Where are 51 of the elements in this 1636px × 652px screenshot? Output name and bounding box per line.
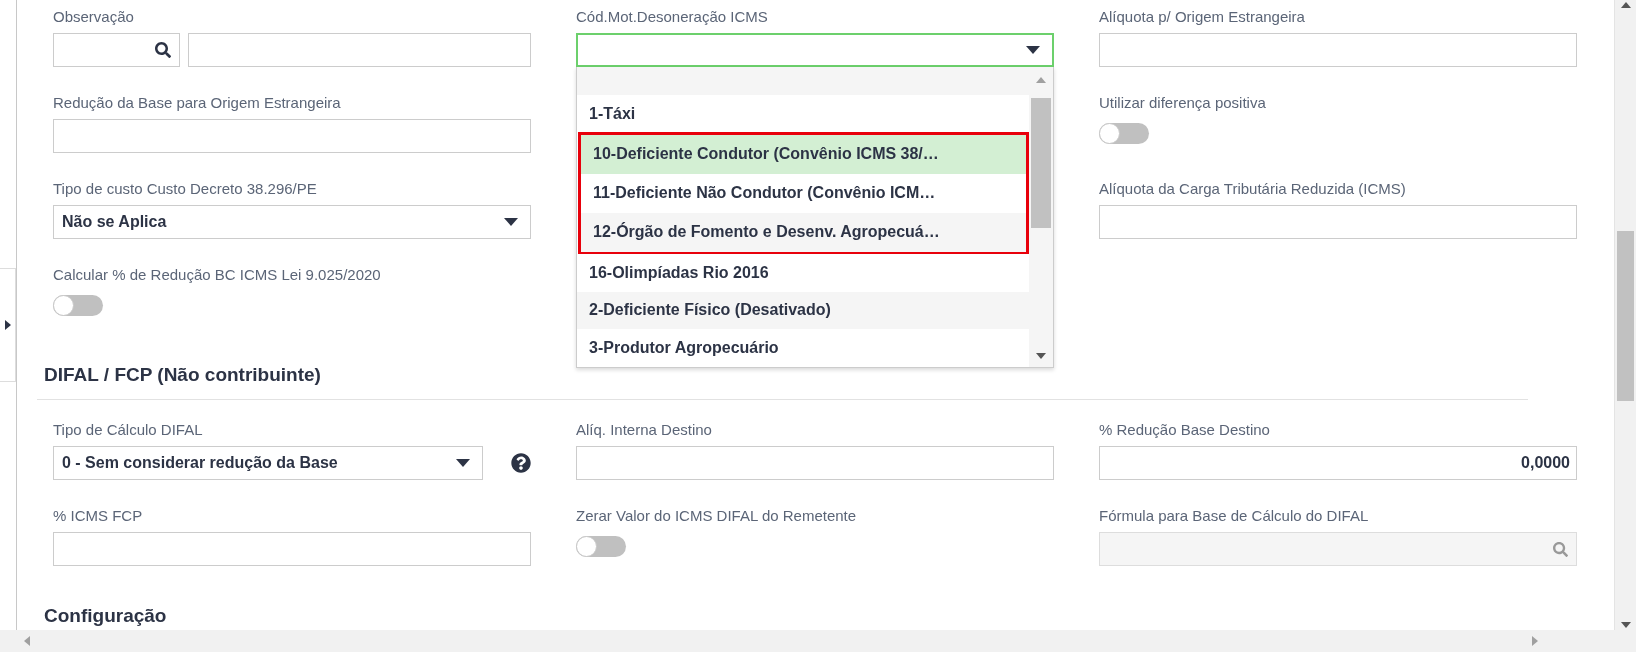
input-field[interactable] <box>576 446 1054 480</box>
lookup-field[interactable] <box>53 33 180 67</box>
select-field[interactable]: 0 - Sem considerar redução da Base <box>53 446 483 480</box>
field-label: Alíquota da Carga Tributária Reduzida (ICMS) <box>1099 179 1406 199</box>
field-label: Calcular % de Redução BC ICMS Lei 9.025/2020 <box>53 265 381 285</box>
scroll-thumb[interactable] <box>1031 98 1051 228</box>
dropdown-option[interactable]: 3-Produtor Agropecuário <box>577 329 1029 367</box>
section-heading: Configuração <box>43 604 168 628</box>
caret-icon <box>504 218 518 226</box>
horizontal-scrollbar[interactable] <box>0 630 1636 652</box>
input-field[interactable] <box>53 532 531 566</box>
scroll-thumb[interactable] <box>1617 231 1634 401</box>
field-label: Redução da Base para Origem Estrangeira <box>53 93 341 113</box>
scroll-down-icon[interactable] <box>1036 351 1046 361</box>
input-field[interactable] <box>188 33 531 67</box>
scroll-up-icon[interactable] <box>1620 0 1631 10</box>
dropdown-option[interactable]: 2-Deficiente Físico (Desativado) <box>577 291 1029 330</box>
scroll-right-icon[interactable] <box>1530 636 1540 646</box>
dropdown-option[interactable]: 16-Olimpíadas Rio 2016 <box>577 253 1029 292</box>
field-label: Tipo de custo Custo Decreto 38.296/PE <box>53 179 317 199</box>
field-label: Tipo de Cálculo DIFAL <box>53 420 203 440</box>
scroll-left-icon[interactable] <box>22 636 32 646</box>
select-field[interactable] <box>576 33 1054 67</box>
dropdown-scrollbar[interactable] <box>1029 67 1053 367</box>
caret-icon <box>456 459 470 467</box>
field-label: Utilizar diferença positiva <box>1099 93 1266 113</box>
field-label: Cód.Mot.Desoneração ICMS <box>576 7 768 27</box>
field-label: Alíq. Interna Destino <box>576 420 712 440</box>
field-label: % Redução Base Destino <box>1099 420 1270 440</box>
caret-icon <box>1026 46 1040 54</box>
select-field[interactable]: Não se Aplica <box>53 205 531 239</box>
input-field[interactable]: 0,0000 <box>1099 446 1577 480</box>
field-label: Zerar Valor do ICMS DIFAL do Remetente <box>576 506 857 526</box>
dropdown-option[interactable]: 10-Deficiente Condutor (Convênio ICMS 38/… <box>581 134 1026 174</box>
field-label: Observação <box>53 7 134 27</box>
section-heading: DIFAL / FCP (Não contribuinte) <box>43 363 322 387</box>
field-label: Alíquota p/ Origem Estrangeira <box>1099 7 1305 27</box>
toggle-switch[interactable] <box>53 295 103 316</box>
vertical-scrollbar[interactable] <box>1614 0 1636 630</box>
search-icon[interactable] <box>155 42 171 58</box>
field-label: Fórmula para Base de Cálculo do DIFAL <box>1099 506 1369 526</box>
input-field[interactable] <box>1099 205 1577 239</box>
expand-icon[interactable] <box>2 320 13 330</box>
help-icon[interactable] <box>511 453 531 473</box>
blank-option[interactable] <box>577 67 1029 96</box>
field-label: % ICMS FCP <box>53 506 143 526</box>
toggle-switch[interactable] <box>576 536 626 557</box>
dropdown-option[interactable]: 12-Órgão de Fomento e Desenv. Agropecuá… <box>581 212 1026 252</box>
input-field[interactable] <box>53 119 531 153</box>
toggle-switch[interactable] <box>1099 123 1149 144</box>
input-field[interactable] <box>1099 33 1577 67</box>
